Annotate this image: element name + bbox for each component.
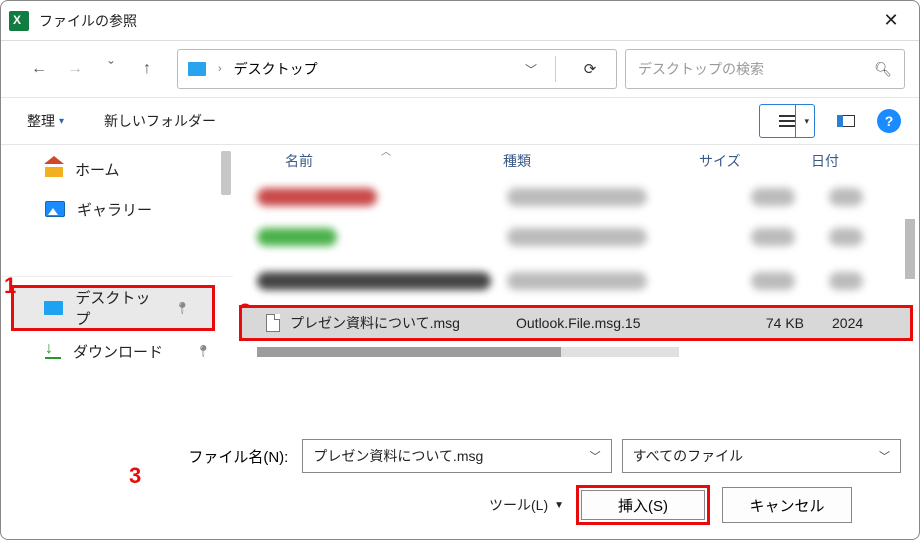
sidebar-item-gallery[interactable]: ギャラリー (1, 189, 233, 229)
refresh-button[interactable]: ⟳ (574, 60, 606, 78)
file-row-selected[interactable]: プレゼン資料について.msg Outlook.File.msg.15 74 KB… (242, 308, 910, 338)
cancel-button[interactable]: キャンセル (722, 487, 852, 523)
file-icon (266, 314, 280, 332)
caret-down-icon: ▾ (804, 116, 809, 127)
gallery-icon (45, 201, 65, 217)
caret-down-icon: ▼ (554, 500, 564, 511)
sidebar-item-downloads[interactable]: ダウンロード 📍︎ (1, 331, 233, 371)
file-name: プレゼン資料について.msg (290, 313, 516, 333)
horizontal-scrollbar[interactable] (257, 347, 679, 357)
col-type[interactable]: 種類 (503, 151, 699, 171)
list-view-icon (779, 120, 795, 122)
column-headers[interactable]: 名前 種類 サイズ 日付 (233, 145, 919, 177)
view-mode-button[interactable]: ▾ (759, 104, 815, 138)
filelist-scrollbar[interactable] (905, 219, 915, 279)
folder-icon (188, 62, 206, 76)
search-input[interactable]: デスクトップの検索 🔍︎ (625, 49, 905, 89)
dialog-title: ファイルの参照 (39, 11, 871, 31)
blurred-file-row[interactable] (233, 177, 919, 217)
file-date: 2024 (832, 315, 863, 331)
sort-asc-icon: ︿ (381, 143, 391, 158)
nav-history-button[interactable]: ˇ (97, 53, 125, 85)
app-icon (9, 11, 29, 31)
file-type-filter[interactable]: すべてのファイル ﹀ (622, 439, 901, 473)
preview-pane-button[interactable] (829, 106, 863, 136)
pin-icon: 📍︎ (196, 344, 211, 358)
nav-up-button[interactable]: ↑ (133, 53, 161, 85)
help-button[interactable]: ? (877, 109, 901, 133)
caret-down-icon: ▾ (59, 116, 64, 127)
file-size: 74 KB (726, 315, 832, 331)
chevron-down-icon[interactable]: ﹀ (879, 448, 890, 464)
pin-icon: 📍︎ (175, 301, 190, 315)
filename-label: ファイル名(N): (19, 446, 292, 467)
blurred-file-row[interactable] (233, 257, 919, 305)
sidebar-item-label: ホーム (75, 159, 120, 180)
desktop-icon (44, 301, 63, 315)
breadcrumb-segment[interactable]: デスクトップ (234, 59, 318, 79)
sidebar-item-label: ギャラリー (77, 199, 152, 220)
col-date[interactable]: 日付 (811, 151, 839, 171)
sidebar-item-desktop[interactable]: デスクトップ 📍︎ (14, 288, 212, 328)
chevron-down-icon[interactable]: ﹀ (590, 448, 601, 464)
sidebar-scrollbar[interactable] (221, 151, 231, 195)
chevron-right-icon: › (214, 63, 226, 75)
filename-input[interactable]: プレゼン資料について.msg ﹀ (302, 439, 611, 473)
annotation-3: 3 (129, 463, 141, 489)
breadcrumb[interactable]: › デスクトップ ﹀ ⟳ (177, 49, 617, 89)
col-size[interactable]: サイズ (699, 151, 811, 171)
blurred-file-row[interactable] (233, 217, 919, 257)
col-name[interactable]: 名前 (285, 151, 503, 171)
sidebar-item-home[interactable]: ホーム (1, 149, 233, 189)
close-button[interactable]: ✕ (871, 5, 911, 37)
sidebar-item-label: ダウンロード (73, 341, 163, 362)
search-placeholder: デスクトップの検索 (638, 59, 764, 79)
sidebar-item-label: デスクトップ (75, 287, 162, 329)
file-type: Outlook.File.msg.15 (516, 315, 726, 331)
organize-button[interactable]: 整理 ▾ (19, 111, 72, 131)
nav-forward-button[interactable]: → (61, 53, 89, 85)
nav-back-button[interactable]: ← (25, 53, 53, 85)
chevron-down-icon[interactable]: ﹀ (525, 61, 537, 78)
search-icon: 🔍︎ (874, 61, 892, 78)
tools-dropdown[interactable]: ツール(L) ▼ (489, 495, 564, 515)
home-icon (45, 161, 63, 177)
download-icon (45, 343, 61, 359)
annotation-1: 1 (4, 273, 16, 299)
insert-button[interactable]: 挿入(S) (581, 490, 705, 520)
new-folder-button[interactable]: 新しいフォルダー (96, 111, 224, 131)
